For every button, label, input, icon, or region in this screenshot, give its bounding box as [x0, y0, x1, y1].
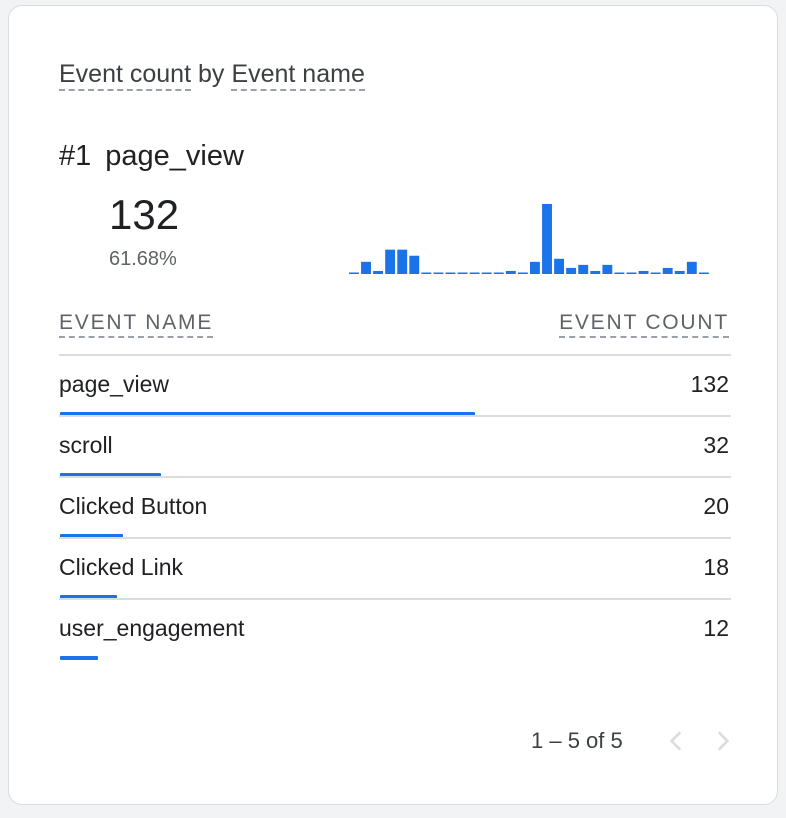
event-row-name[interactable]: scroll — [59, 432, 113, 459]
sparkline-bar — [385, 249, 396, 274]
sparkline-bar — [662, 267, 673, 274]
chevron-right-icon[interactable] — [709, 728, 735, 754]
sparkline-bar — [614, 272, 625, 274]
event-row-count: 20 — [703, 493, 729, 519]
sparkline-bar — [566, 267, 577, 274]
event-row-name[interactable]: Clicked Link — [59, 554, 183, 581]
sparkline-bar — [373, 270, 384, 274]
sparkline-chart — [349, 204, 709, 274]
sparkline-bar — [554, 258, 565, 274]
event-row-count: 132 — [690, 371, 729, 397]
sparkline-bar — [361, 261, 371, 274]
sparkline-bar — [542, 204, 552, 274]
sparkline-bar — [674, 270, 685, 274]
sparkline-bar — [650, 272, 661, 274]
event-row-count: 32 — [703, 432, 729, 458]
metric-label[interactable]: Event count — [59, 60, 192, 91]
column-header-event-name[interactable]: EVENT NAME — [59, 311, 214, 338]
row-divider — [59, 415, 731, 417]
sparkline-bar — [493, 272, 504, 274]
sparkline-bar — [409, 255, 420, 274]
sparkline-bar — [505, 270, 516, 274]
sparkline-bar — [626, 272, 637, 274]
sparkline-bar — [698, 272, 709, 274]
top-event-value: 132 — [109, 191, 180, 238]
column-header-event-count[interactable]: EVENT COUNT — [559, 311, 729, 338]
sparkline-bar — [517, 272, 528, 274]
event-count-card: Event count by Event name #1 page_view 132 … — [8, 5, 778, 805]
sparkline-bar — [433, 272, 444, 274]
pagination-label: 1 – 5 of 5 — [531, 728, 623, 753]
sparkline-bar — [530, 261, 540, 274]
event-row-name[interactable]: user_engagement — [59, 615, 244, 642]
event-row-count: 12 — [703, 615, 729, 641]
dimension-label[interactable]: Event name — [231, 60, 365, 91]
sparkline-bar — [578, 264, 589, 274]
event-row-count: 18 — [703, 554, 729, 580]
sparkline-bar — [602, 264, 613, 274]
sparkline-bar — [445, 272, 456, 274]
top-event-label: #1 page_view — [59, 140, 244, 173]
header-divider — [59, 354, 731, 356]
top-event-name: page_view — [105, 140, 244, 172]
sparkline-bar — [457, 272, 468, 274]
sparkline-bar — [421, 272, 432, 274]
event-row-name[interactable]: page_view — [59, 371, 169, 398]
event-row-bar — [60, 656, 98, 660]
row-divider — [59, 598, 731, 600]
event-row-name[interactable]: Clicked Button — [59, 493, 207, 520]
chevron-left-icon[interactable] — [664, 728, 690, 754]
sparkline-bar — [590, 270, 601, 274]
sparkline-bar — [638, 270, 649, 274]
sparkline-bar — [686, 261, 697, 274]
top-event-percent: 61.68% — [109, 248, 177, 270]
sparkline-bar — [481, 272, 492, 274]
row-divider — [59, 476, 731, 478]
card-title: Event count by Event name — [59, 60, 365, 91]
sparkline-bar — [397, 249, 408, 274]
sparkline-bar — [469, 272, 480, 274]
row-divider — [59, 537, 731, 539]
sparkline-bar — [349, 272, 359, 274]
top-event-rank: #1 — [59, 140, 92, 172]
title-by: by — [198, 60, 225, 88]
